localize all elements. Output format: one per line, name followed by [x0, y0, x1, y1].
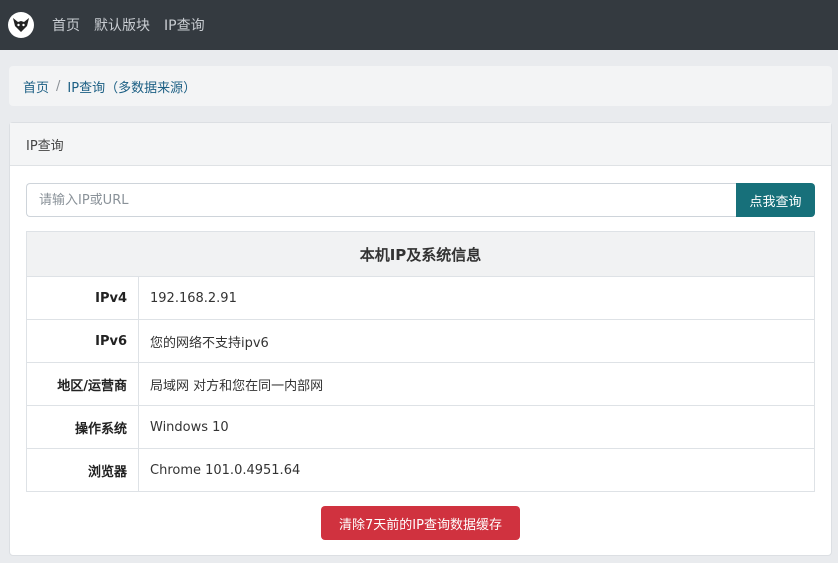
card-header: IP查询: [10, 123, 831, 166]
search-row: 点我查询: [26, 183, 815, 217]
row-key-os: 操作系统: [26, 405, 139, 449]
row-key-region: 地区/运营商: [26, 362, 139, 406]
clear-cache-button[interactable]: 清除7天前的IP查询数据缓存: [321, 506, 520, 540]
row-value-region: 局域网 对方和您在同一内部网: [138, 362, 815, 406]
table-row: 浏览器 Chrome 101.0.4951.64: [26, 448, 815, 492]
table-row: IPv6 您的网络不支持ipv6: [26, 319, 815, 363]
breadcrumb-current: IP查询（多数据来源）: [67, 80, 197, 96]
nav-home-link[interactable]: 首页: [52, 15, 80, 35]
row-key-ipv6: IPv6: [26, 319, 139, 363]
row-value-browser: Chrome 101.0.4951.64: [138, 448, 815, 492]
system-info-table: 本机IP及系统信息 IPv4 192.168.2.91 IPv6 您的网络不支持…: [26, 231, 815, 492]
breadcrumb-separator: /: [56, 78, 61, 94]
top-navbar: 首页 默认版块 IP查询: [0, 0, 838, 50]
ip-query-card: IP查询 点我查询 本机IP及系统信息 IPv4 192.168.2.91 IP…: [9, 122, 832, 556]
table-row: IPv4 192.168.2.91: [26, 276, 815, 320]
breadcrumb: 首页 / IP查询（多数据来源）: [9, 66, 832, 106]
row-value-os: Windows 10: [138, 405, 815, 449]
row-value-ipv4: 192.168.2.91: [138, 276, 815, 320]
query-button[interactable]: 点我查询: [736, 183, 815, 217]
ip-url-input[interactable]: [26, 183, 736, 217]
table-row: 地区/运营商 局域网 对方和您在同一内部网: [26, 362, 815, 406]
row-key-browser: 浏览器: [26, 448, 139, 492]
nav-default-board-link[interactable]: 默认版块: [94, 15, 150, 35]
table-title: 本机IP及系统信息: [26, 231, 815, 277]
row-key-ipv4: IPv4: [26, 276, 139, 320]
breadcrumb-home-link[interactable]: 首页: [23, 77, 49, 96]
row-value-ipv6: 您的网络不支持ipv6: [138, 319, 815, 363]
table-row: 操作系统 Windows 10: [26, 405, 815, 449]
wolf-logo-icon[interactable]: [8, 12, 34, 38]
nav-ip-query-link[interactable]: IP查询: [164, 15, 205, 35]
